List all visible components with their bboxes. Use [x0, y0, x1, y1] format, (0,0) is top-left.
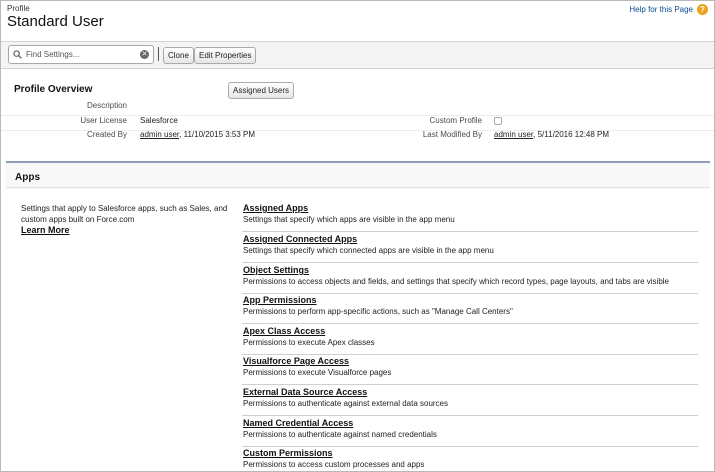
app-item-object-settings: Object Settings Permissions to access ob… [242, 263, 698, 294]
app-item-app-permissions: App Permissions Permissions to perform a… [242, 293, 698, 324]
created-by-label: Created By [86, 130, 127, 139]
app-item-assigned-apps: Assigned Apps Settings that specify whic… [242, 201, 698, 232]
visualforce-page-access-desc: Permissions to execute Visualforce pages [243, 368, 392, 377]
created-modified-row: Created By admin user, 11/10/2015 3:53 P… [1, 130, 714, 145]
custom-profile-label: Custom Profile [429, 116, 482, 125]
clone-button[interactable]: Clone [163, 47, 194, 64]
external-data-source-access-link[interactable]: External Data Source Access [243, 387, 367, 397]
custom-profile-checkbox [494, 117, 502, 125]
toolbar-separator [158, 47, 159, 61]
apps-header: Apps [6, 163, 710, 188]
app-item-named-credential-access: Named Credential Access Permissions to a… [242, 416, 698, 447]
assigned-connected-apps-desc: Settings that specify which connected ap… [243, 246, 494, 255]
description-row: Description [1, 101, 714, 116]
app-item-assigned-connected-apps: Assigned Connected Apps Settings that sp… [242, 232, 698, 263]
find-settings-search[interactable]: ✕ [8, 45, 154, 64]
custom-permissions-link[interactable]: Custom Permissions [243, 448, 333, 458]
apex-class-access-desc: Permissions to execute Apex classes [243, 338, 375, 347]
created-by-user-link[interactable]: admin user [140, 130, 179, 139]
apps-title: Apps [15, 172, 40, 183]
created-by-value: admin user, 11/10/2015 3:53 PM [140, 130, 255, 139]
named-credential-access-desc: Permissions to authenticate against name… [243, 430, 437, 439]
profile-overview-title: Profile Overview [14, 84, 93, 95]
assigned-apps-link[interactable]: Assigned Apps [243, 203, 308, 213]
assigned-apps-desc: Settings that specify which apps are vis… [243, 215, 455, 224]
external-data-source-access-desc: Permissions to authenticate against exte… [243, 399, 449, 408]
last-modified-user-link[interactable]: admin user [494, 130, 533, 139]
apps-section: Apps Settings that apply to Salesforce a… [6, 161, 710, 471]
search-input[interactable] [22, 47, 140, 62]
app-permissions-desc: Permissions to perform app-specific acti… [243, 307, 513, 316]
app-item-apex-class-access: Apex Class Access Permissions to execute… [242, 324, 698, 355]
help-link-label[interactable]: Help for this Page [629, 5, 693, 14]
user-license-label: User License [80, 116, 127, 125]
breadcrumb: Profile [7, 4, 30, 13]
edit-properties-button[interactable]: Edit Properties [194, 47, 257, 64]
app-item-external-data-source-access: External Data Source Access Permissions … [242, 385, 698, 416]
user-license-row: User License Salesforce Custom Profile [1, 116, 714, 131]
description-label: Description [86, 101, 127, 110]
help-link[interactable]: Help for this Page ? [629, 4, 708, 15]
last-modified-value: admin user, 5/11/2016 12:48 PM [494, 130, 609, 139]
apps-description: Settings that apply to Salesforce apps, … [21, 204, 228, 224]
named-credential-access-link[interactable]: Named Credential Access [243, 418, 353, 428]
assigned-connected-apps-link[interactable]: Assigned Connected Apps [243, 234, 357, 244]
assigned-users-button[interactable]: Assigned Users [228, 82, 295, 99]
apps-body: Settings that apply to Salesforce apps, … [6, 189, 710, 471]
toolbar: ✕ Clone Edit Properties [1, 41, 714, 69]
custom-permissions-desc: Permissions to access custom processes a… [243, 460, 425, 469]
app-permissions-link[interactable]: App Permissions [243, 295, 317, 305]
search-icon [13, 50, 22, 59]
created-by-date: , 11/10/2015 3:53 PM [179, 130, 256, 139]
app-item-custom-permissions: Custom Permissions Permissions to access… [242, 446, 698, 471]
app-item-visualforce-page-access: Visualforce Page Access Permissions to e… [242, 354, 698, 385]
last-modified-date: , 5/11/2016 12:48 PM [533, 130, 610, 139]
apex-class-access-link[interactable]: Apex Class Access [243, 326, 325, 336]
clear-search-icon[interactable]: ✕ [140, 50, 149, 59]
object-settings-link[interactable]: Object Settings [243, 265, 309, 275]
page-header: Profile Standard User Help for this Page… [1, 1, 714, 41]
page-title: Standard User [7, 13, 104, 30]
learn-more-link[interactable]: Learn More [21, 225, 231, 236]
user-license-value: Salesforce [140, 116, 178, 125]
profile-overview-section: Profile Overview Assigned Users Descript… [1, 70, 714, 158]
object-settings-desc: Permissions to access objects and fields… [243, 277, 669, 286]
visualforce-page-access-link[interactable]: Visualforce Page Access [243, 356, 349, 366]
help-icon[interactable]: ? [697, 4, 708, 15]
last-modified-label: Last Modified By [422, 130, 482, 139]
profile-page: Profile Standard User Help for this Page… [0, 0, 715, 472]
apps-description-block: Settings that apply to Salesforce apps, … [21, 203, 231, 236]
